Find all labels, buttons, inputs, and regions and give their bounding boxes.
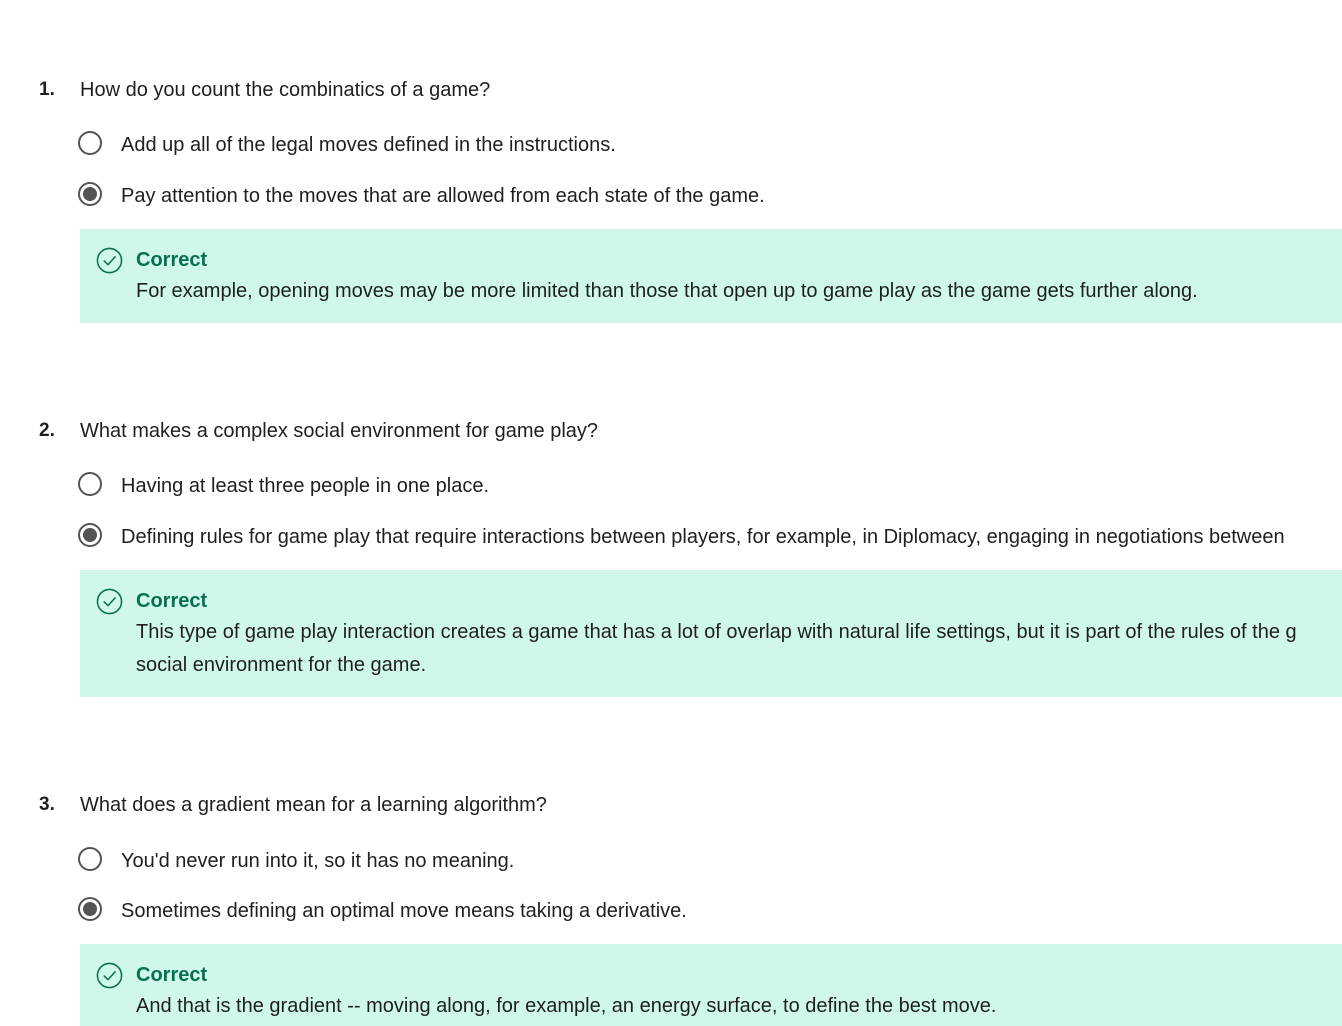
question-header: 1. How do you count the combinatics of a…	[0, 75, 1342, 105]
answer-option-selected[interactable]: Pay attention to the moves that are allo…	[78, 181, 1342, 211]
option-label: Sometimes defining an optimal move means…	[121, 900, 687, 922]
feedback-line: And that is the gradient -- moving along…	[136, 995, 997, 1017]
radio-button-checked-icon[interactable]	[78, 523, 102, 547]
answer-option[interactable]: Having at least three people in one plac…	[78, 471, 1342, 501]
answer-option-selected[interactable]: Sometimes defining an optimal move means…	[78, 896, 1342, 926]
radio-button-icon[interactable]	[78, 847, 102, 871]
question-header: 2. What makes a complex social environme…	[0, 416, 1342, 446]
feedback-status: Correct	[136, 590, 208, 612]
question-header: 3. What does a gradient mean for a learn…	[0, 790, 1342, 820]
question-number: 3.	[39, 794, 55, 815]
feedback-box: Correct This type of game play interacti…	[80, 570, 1342, 697]
check-circle-icon	[96, 962, 123, 989]
option-label: Having at least three people in one plac…	[121, 475, 490, 497]
option-label: Pay attention to the moves that are allo…	[121, 185, 765, 207]
feedback-line: This type of game play interaction creat…	[136, 621, 1297, 643]
question-number: 1.	[39, 79, 55, 100]
feedback-status: Correct	[136, 964, 208, 986]
answer-option[interactable]: Add up all of the legal moves defined in…	[78, 130, 1342, 160]
radio-button-checked-icon[interactable]	[78, 182, 102, 206]
option-label: Defining rules for game play that requir…	[121, 526, 1285, 548]
radio-button-checked-icon[interactable]	[78, 897, 102, 921]
feedback-box: Correct For example, opening moves may b…	[80, 229, 1342, 323]
radio-button-icon[interactable]	[78, 131, 102, 155]
option-label: You'd never run into it, so it has no me…	[121, 850, 515, 872]
feedback-box: Correct And that is the gradient -- movi…	[80, 944, 1342, 1026]
quiz-container: 1. How do you count the combinatics of a…	[0, 0, 1342, 1026]
option-label: Add up all of the legal moves defined in…	[121, 134, 616, 156]
answer-option[interactable]: You'd never run into it, so it has no me…	[78, 846, 1342, 876]
feedback-text: For example, opening moves may be more l…	[136, 275, 1342, 308]
feedback-text: And that is the gradient -- moving along…	[136, 990, 1342, 1023]
question-number: 2.	[39, 420, 55, 441]
feedback-line: social environment for the game.	[136, 654, 427, 676]
feedback-text: This type of game play interaction creat…	[136, 616, 1342, 682]
check-circle-icon	[96, 247, 123, 274]
radio-button-icon[interactable]	[78, 472, 102, 496]
feedback-line: For example, opening moves may be more l…	[136, 280, 1198, 302]
question-text: How do you count the combinatics of a ga…	[80, 79, 491, 101]
question-text: What does a gradient mean for a learning…	[80, 794, 547, 816]
answer-option-selected[interactable]: Defining rules for game play that requir…	[78, 522, 1342, 552]
feedback-status: Correct	[136, 249, 208, 271]
check-circle-icon	[96, 588, 123, 615]
question-text: What makes a complex social environment …	[80, 420, 599, 442]
